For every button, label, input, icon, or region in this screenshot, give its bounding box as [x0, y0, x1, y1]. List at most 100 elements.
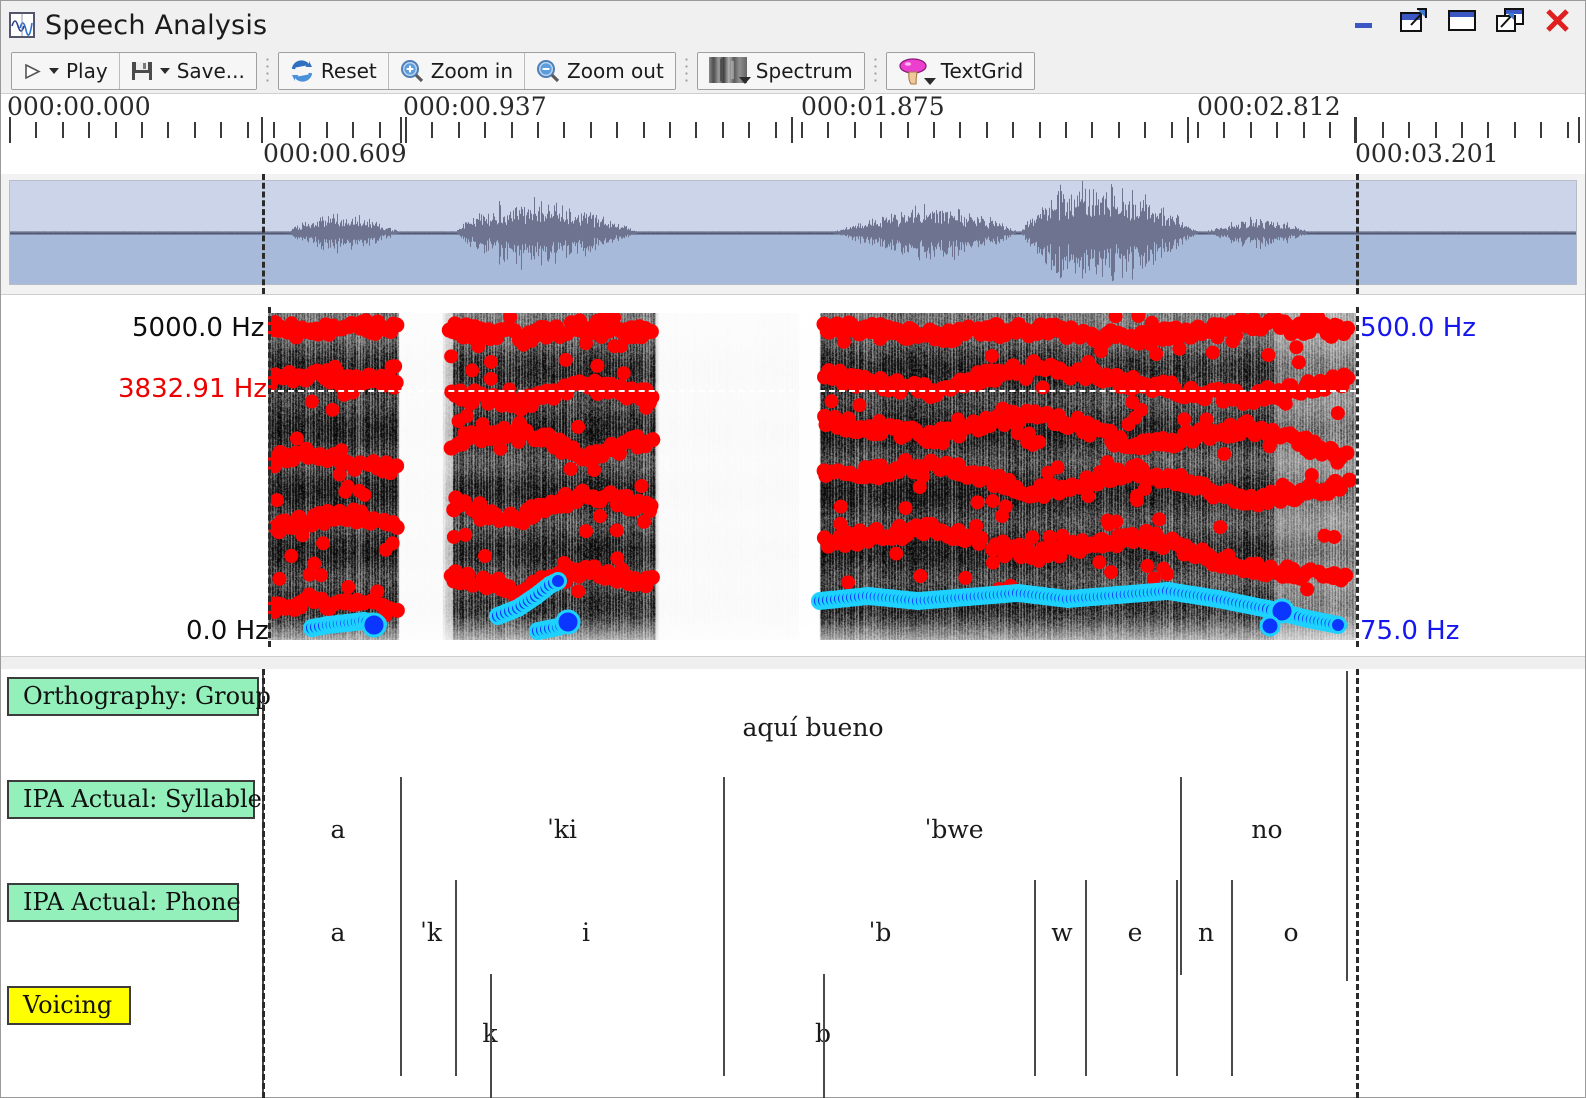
play-button[interactable]: Play [12, 53, 119, 89]
interval-label[interactable]: ˈk [420, 918, 442, 947]
window-title: Speech Analysis [45, 10, 267, 41]
interval-label[interactable]: ˈb [869, 918, 892, 947]
time-ruler[interactable]: 000:00.000000:00.937000:01.875000:02.812… [1, 94, 1585, 174]
ruler-minor-tick [141, 122, 143, 138]
spectrogram-cursor-freq-label: 3832.91 Hz [118, 374, 267, 404]
ruler-minor-tick [1171, 122, 1173, 138]
play-chevron-down-icon[interactable] [49, 68, 59, 74]
interval-divider[interactable] [490, 974, 492, 1098]
textgrid-chevron-down-icon[interactable] [924, 78, 936, 85]
ruler-minor-tick [616, 122, 618, 138]
spectrogram-min-freq-label: 0.0 Hz [186, 616, 269, 646]
zoom-out-button[interactable]: Zoom out [524, 53, 675, 89]
ruler-minor-tick [431, 122, 433, 138]
interval-divider[interactable] [823, 974, 825, 1098]
interval-label[interactable]: w [1051, 918, 1072, 947]
interval-label[interactable]: e [1128, 918, 1143, 947]
ruler-major-tick [791, 117, 793, 143]
interval-divider[interactable] [1034, 880, 1036, 1076]
save-chevron-down-icon[interactable] [160, 68, 170, 74]
maximize-button[interactable] [1445, 3, 1479, 37]
ruler-minor-tick [352, 122, 354, 138]
tier-label-ipa-phone[interactable]: IPA Actual: Phone [7, 883, 239, 922]
play-triangle-icon [23, 63, 42, 80]
ruler-minor-tick [379, 122, 381, 138]
waveform-cursor-line[interactable] [262, 174, 265, 294]
ruler-minor-tick [1223, 122, 1225, 138]
ruler-minor-tick [299, 122, 301, 138]
minimize-button[interactable] [1349, 3, 1383, 37]
pitch-max-label: 500.0 Hz [1360, 313, 1476, 343]
waveform-end-cursor-line[interactable] [1356, 174, 1359, 294]
ruler-minor-tick [1039, 122, 1041, 138]
interval-label[interactable]: no [1251, 815, 1282, 844]
restore-button[interactable] [1493, 3, 1527, 37]
interval-divider[interactable] [1180, 777, 1182, 975]
ruler-minor-tick [1408, 122, 1410, 138]
ruler-minor-tick [775, 122, 777, 138]
ruler-minor-tick [1514, 122, 1516, 138]
interval-label[interactable]: ˈbwe [924, 815, 983, 844]
zoom-in-button[interactable]: Zoom in [388, 53, 524, 89]
ruler-minor-tick [1091, 122, 1093, 138]
waveform-panel[interactable] [1, 174, 1585, 294]
interval-divider[interactable] [455, 880, 457, 1076]
interval-label[interactable]: aquí bueno [742, 713, 883, 742]
waveform-trace [10, 181, 1576, 284]
title-bar: Speech Analysis [1, 1, 1585, 49]
spectrogram-display[interactable] [268, 313, 1356, 640]
close-button[interactable] [1541, 3, 1575, 37]
spectrogram-cursor-line[interactable] [268, 307, 271, 647]
waveform-display[interactable] [9, 180, 1577, 285]
ruler-minor-tick [537, 122, 539, 138]
view-group: Reset Zoom in Zoom out [278, 52, 676, 90]
toolbar-separator-1 [266, 56, 269, 86]
interval-label[interactable]: i [582, 918, 590, 947]
interval-divider[interactable] [1176, 880, 1178, 1076]
textgrid-label: TextGrid [941, 59, 1023, 83]
interval-label[interactable]: a [331, 815, 346, 844]
interval-label[interactable]: a [331, 918, 346, 947]
textgrid-intervals-area[interactable]: aquí bueno aˈkiˈbweno aˈkiˈbweno kb [262, 669, 1585, 1098]
ruler-minor-tick [326, 122, 328, 138]
save-button[interactable]: Save... [119, 53, 256, 89]
spectrum-chevron-down-icon[interactable] [739, 77, 751, 84]
ruler-minor-tick [115, 122, 117, 138]
detach-button[interactable] [1397, 3, 1431, 37]
interval-divider[interactable] [1231, 880, 1233, 1076]
ruler-minor-tick [986, 122, 988, 138]
interval-label[interactable]: n [1198, 918, 1214, 947]
refresh-arrows-icon [290, 60, 314, 82]
interval-divider[interactable] [400, 880, 402, 1076]
spectrogram-panel[interactable]: 5000.0 Hz 3832.91 Hz 0.0 Hz 500.0 Hz 75.… [1, 294, 1585, 656]
spectrogram-end-cursor-line[interactable] [1356, 307, 1359, 647]
ruler-minor-tick [590, 122, 592, 138]
interval-divider[interactable] [723, 880, 725, 1076]
zoom-in-label: Zoom in [431, 59, 513, 83]
ruler-minor-tick [167, 122, 169, 138]
interval-divider[interactable] [1085, 880, 1087, 1076]
spectrum-button[interactable]: Spectrum [698, 53, 864, 89]
textgrid-button[interactable]: TextGrid [887, 53, 1034, 89]
reset-label: Reset [321, 59, 377, 83]
tier-label-ipa-syllable[interactable]: IPA Actual: Syllable [7, 780, 255, 819]
interval-label[interactable]: ˈki [547, 815, 577, 844]
ruler-minor-tick [1276, 122, 1278, 138]
interval-label[interactable]: o [1283, 918, 1298, 947]
ruler-minor-tick [880, 122, 882, 138]
textgrid-group: TextGrid [886, 52, 1035, 90]
ruler-minor-tick [1329, 122, 1331, 138]
ruler-minor-tick [1435, 122, 1437, 138]
ruler-minor-tick [854, 122, 856, 138]
textgrid-panel[interactable]: Orthography: Group IPA Actual: Syllable … [1, 656, 1585, 1097]
tier-label-orthography-group[interactable]: Orthography: Group [7, 677, 259, 716]
ruler-minor-tick [1197, 122, 1199, 138]
tier-label-voicing[interactable]: Voicing [7, 986, 131, 1025]
textgrid-cursor-line[interactable] [262, 669, 265, 1098]
ruler-minor-tick [1382, 122, 1384, 138]
ruler-minor-tick [1012, 122, 1014, 138]
ruler-time-label: 000:00.000 [7, 94, 151, 121]
reset-button[interactable]: Reset [279, 53, 388, 89]
spectrogram-thumb-icon [709, 57, 749, 85]
textgrid-end-cursor-line[interactable] [1356, 669, 1359, 1098]
